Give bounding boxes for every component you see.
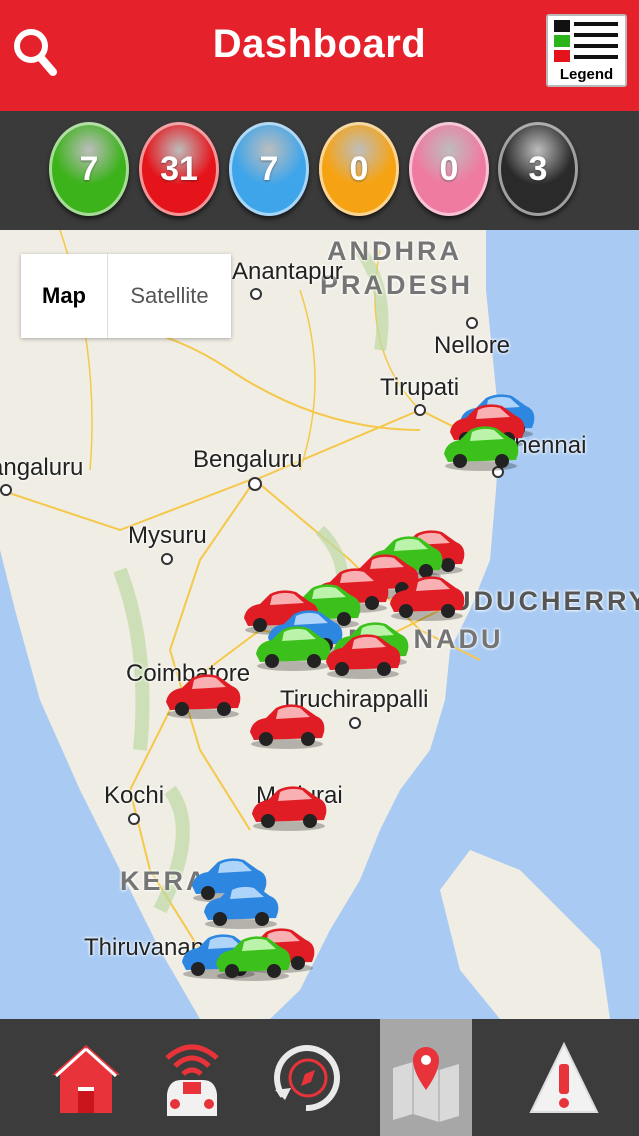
vehicle-marker-red[interactable] <box>162 670 244 722</box>
status-count-pink[interactable]: 0 <box>409 122 489 216</box>
map-label-bengaluru: Bengaluru <box>193 446 303 473</box>
status-count-green[interactable]: 7 <box>49 122 129 216</box>
status-count-orange[interactable]: 0 <box>319 122 399 216</box>
status-count-black[interactable]: 3 <box>498 122 578 216</box>
legend-icon <box>554 20 618 62</box>
nav-alerts[interactable] <box>518 1019 610 1136</box>
vehicle-marker-green[interactable] <box>212 932 294 984</box>
map-type-map-button[interactable]: Map <box>21 254 108 338</box>
nav-vehicle-tracking[interactable] <box>146 1019 238 1136</box>
vehicle-marker-red[interactable] <box>386 572 468 624</box>
map-label-anantapur: Anantapur <box>232 258 343 285</box>
map-label-mysuru: Mysuru <box>128 522 207 549</box>
status-count-value: 31 <box>160 149 198 188</box>
nav-home[interactable] <box>40 1019 132 1136</box>
status-count-value: 7 <box>79 149 99 188</box>
status-count-value: 0 <box>349 149 369 188</box>
nav-history-replay[interactable] <box>260 1019 352 1136</box>
status-count-blue[interactable]: 7 <box>229 122 309 216</box>
home-icon <box>52 1044 120 1113</box>
nav-map-view[interactable] <box>380 1019 472 1136</box>
legend-label: Legend <box>559 66 614 83</box>
map-view[interactable]: ANDHRA PRADESH Anantapur Nellore Tirupat… <box>0 230 639 1019</box>
bottom-navigation <box>0 1019 639 1136</box>
legend-button[interactable]: Legend <box>546 14 627 87</box>
status-count-value: 0 <box>439 149 459 188</box>
vehicle-marker-green[interactable] <box>440 422 522 474</box>
vehicle-signal-icon <box>165 1044 219 1116</box>
status-count-value: 3 <box>528 149 548 188</box>
map-label-tirupati: Tirupati <box>380 374 460 401</box>
status-summary-bar: 7 31 7 0 0 3 <box>0 111 639 230</box>
status-count-value: 7 <box>259 149 279 188</box>
history-compass-icon <box>274 1044 340 1111</box>
map-label-mangaluru: Mangaluru <box>0 454 84 481</box>
map-type-control: Map Satellite <box>21 254 231 338</box>
app-header: Dashboard Legend <box>0 0 639 111</box>
map-type-satellite-button[interactable]: Satellite <box>108 254 231 338</box>
map-label-kochi: Kochi <box>104 782 165 809</box>
map-pin-icon <box>393 1046 459 1122</box>
warning-icon <box>529 1041 599 1113</box>
map-label-nellore: Nellore <box>434 332 511 359</box>
vehicle-marker-red[interactable] <box>322 630 404 682</box>
page-title: Dashboard <box>212 22 427 66</box>
vehicle-marker-red[interactable] <box>246 700 328 752</box>
vehicle-marker-red[interactable] <box>248 782 330 834</box>
status-count-red[interactable]: 31 <box>139 122 219 216</box>
map-label-andhra: ANDHRA <box>327 236 462 266</box>
